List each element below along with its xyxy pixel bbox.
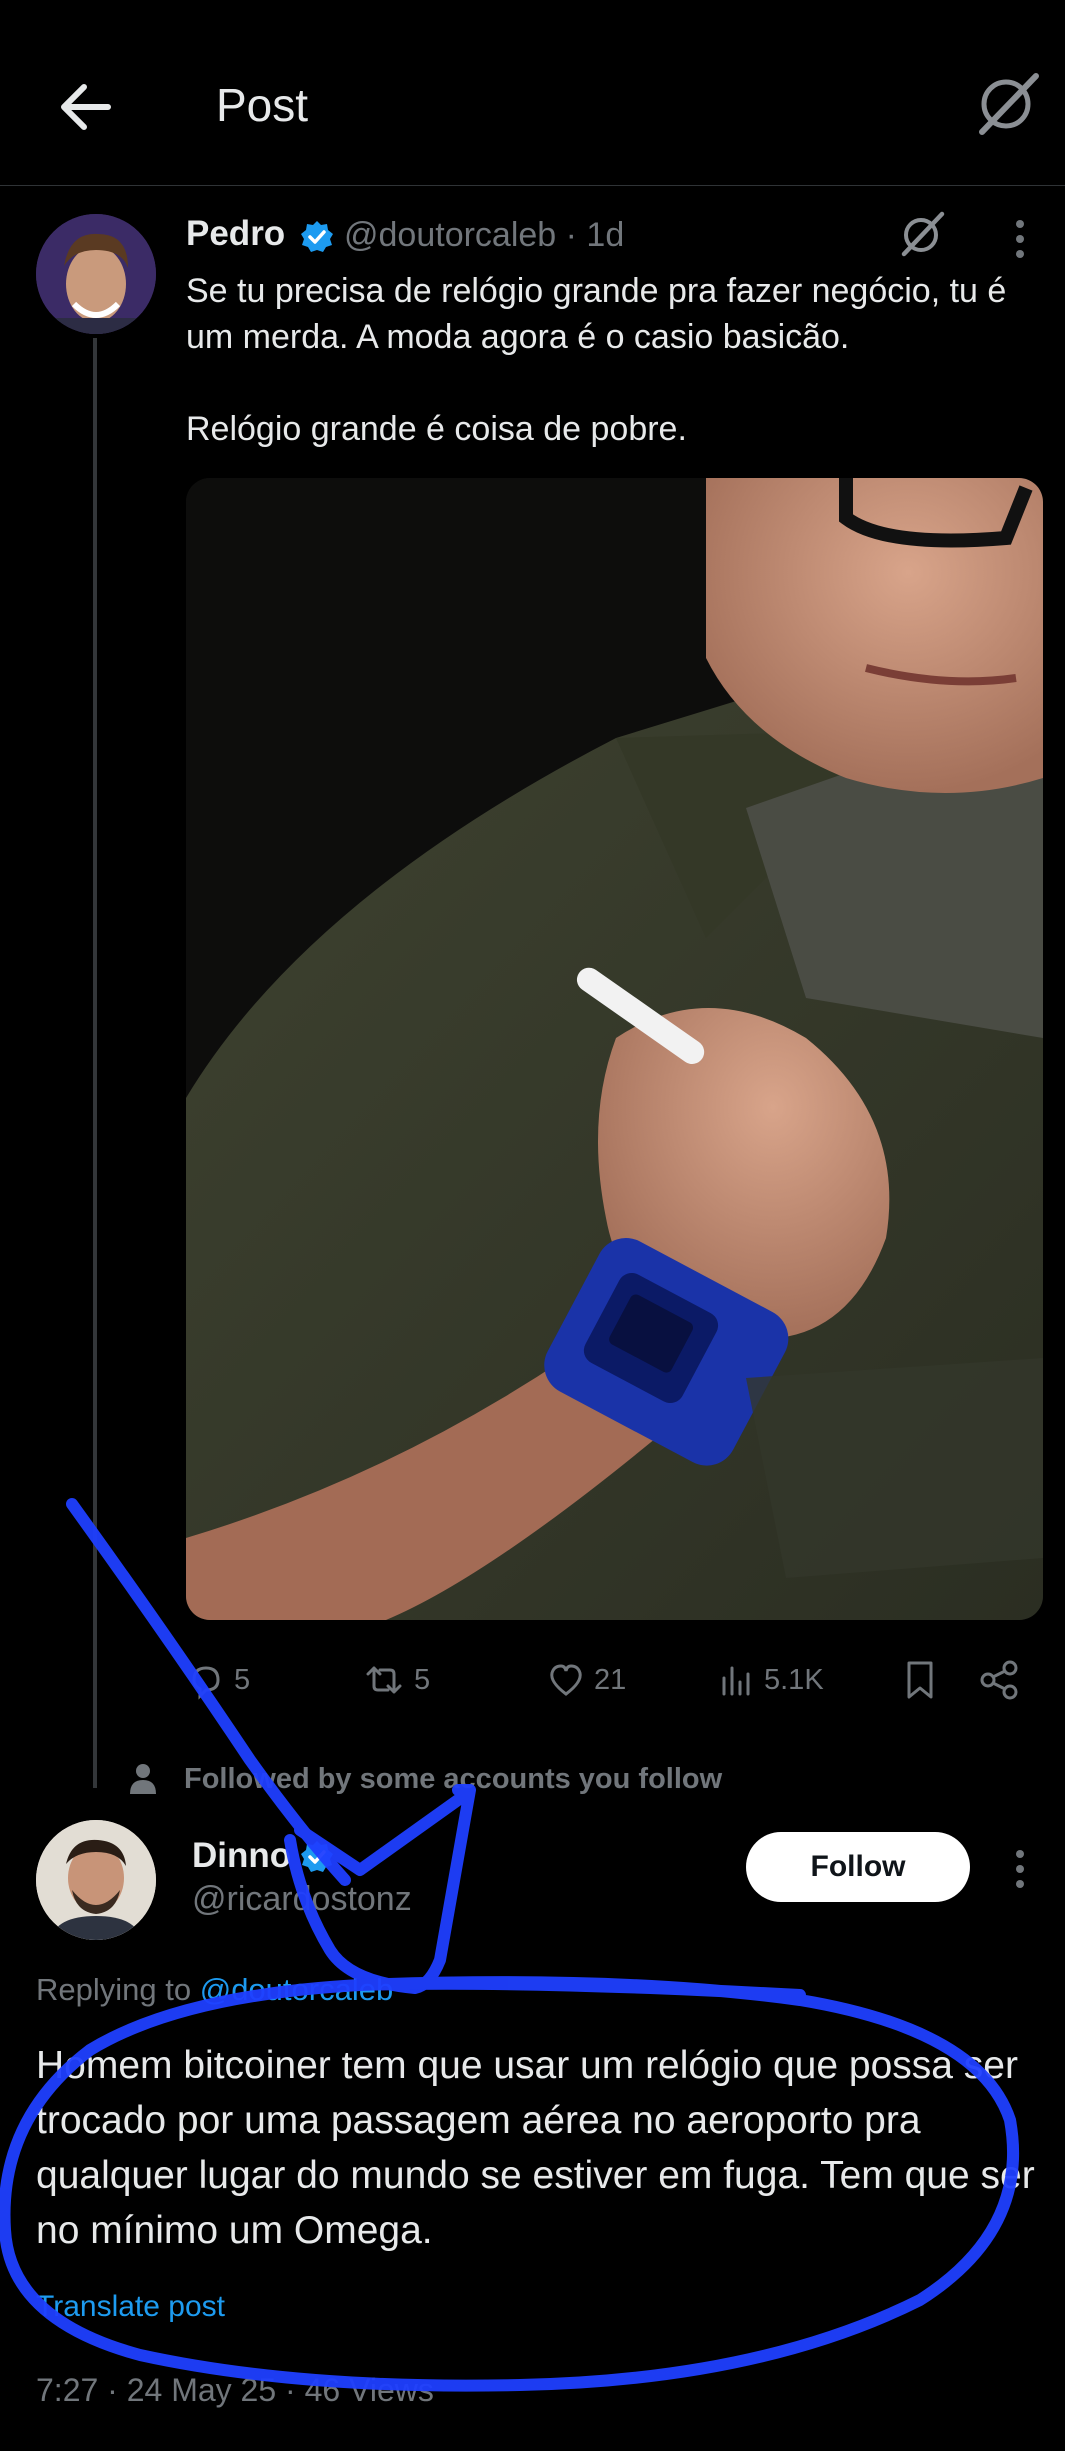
avatar-image [36, 214, 156, 334]
bookmark-icon [907, 1661, 933, 1699]
top-app-bar [0, 0, 1065, 186]
reply-timestamp-views: 7:27 · 24 May 25 · 46 Views [36, 2372, 434, 2408]
repost-icon [366, 1666, 402, 1694]
replying-to-link[interactable]: @doutorcaleb [200, 1972, 393, 2007]
bookmark-button[interactable] [900, 1650, 940, 1710]
share-icon [980, 1660, 1018, 1700]
avatar-pedro[interactable] [36, 214, 156, 334]
avatar-dinno[interactable] [36, 1820, 156, 1940]
tweet-action-bar: 5 5 21 5.1K [186, 1650, 1046, 1710]
more-vertical-icon [1016, 1850, 1024, 1888]
views-count: 5.1K [764, 1663, 824, 1696]
replying-to-prefix: Replying to [36, 1972, 200, 2007]
verified-badge-icon [300, 220, 334, 254]
grok-explain-button[interactable] [896, 208, 948, 260]
social-context-row: Followed by some accounts you follow [124, 1756, 722, 1802]
reply-more-options-button[interactable] [1000, 1844, 1040, 1894]
reply-button[interactable]: 5 [186, 1650, 250, 1710]
arrow-left-icon [61, 84, 111, 130]
views-button[interactable]: 5.1K [716, 1650, 824, 1710]
reply-author-name[interactable]: Dinno [192, 1836, 291, 1876]
author-handle-time[interactable]: @doutorcaleb · 1d [344, 216, 624, 255]
like-count: 21 [594, 1663, 627, 1696]
avatar-image [36, 1820, 156, 1940]
repost-button[interactable]: 5 [362, 1650, 430, 1710]
reply-count: 5 [234, 1663, 251, 1696]
like-button[interactable]: 21 [546, 1650, 626, 1710]
share-button[interactable] [978, 1650, 1022, 1710]
reply-icon [192, 1666, 220, 1700]
reply-text: Homem bitcoiner tem que usar um relógio … [36, 2044, 1035, 2252]
back-button[interactable] [52, 72, 122, 142]
thread-connector-line [93, 338, 97, 1788]
grok-icon [901, 211, 945, 257]
more-vertical-icon [1016, 220, 1024, 258]
page-title: Post [216, 79, 309, 131]
heart-icon [550, 1664, 582, 1696]
author-name[interactable]: Pedro [186, 214, 285, 254]
tweet-text-line: Relógio grande é coisa de pobre. [186, 410, 687, 448]
translate-post-link[interactable]: Translate post [36, 2290, 225, 2324]
verified-badge-icon [300, 1840, 334, 1874]
views-chart-icon [722, 1666, 750, 1696]
followed-by-text: Followed by some accounts you follow [184, 1762, 723, 1795]
tweet-text: Se tu precisa de relógio grande pra faze… [186, 268, 1046, 452]
reply-author-handle[interactable]: @ricardostonz [192, 1880, 412, 1919]
grok-icon [979, 73, 1039, 135]
replying-to-line: Replying to @doutorcaleb [36, 1972, 393, 2008]
photo-illustration [186, 478, 1043, 1620]
person-icon [130, 1764, 156, 1794]
follow-button[interactable]: Follow [746, 1832, 970, 1902]
grok-button[interactable] [972, 68, 1042, 138]
more-options-button[interactable] [1000, 214, 1040, 264]
tweet-text-line: Se tu precisa de relógio grande pra faze… [186, 272, 1007, 356]
tweet-media-image[interactable] [186, 478, 1043, 1620]
repost-count: 5 [414, 1663, 431, 1696]
